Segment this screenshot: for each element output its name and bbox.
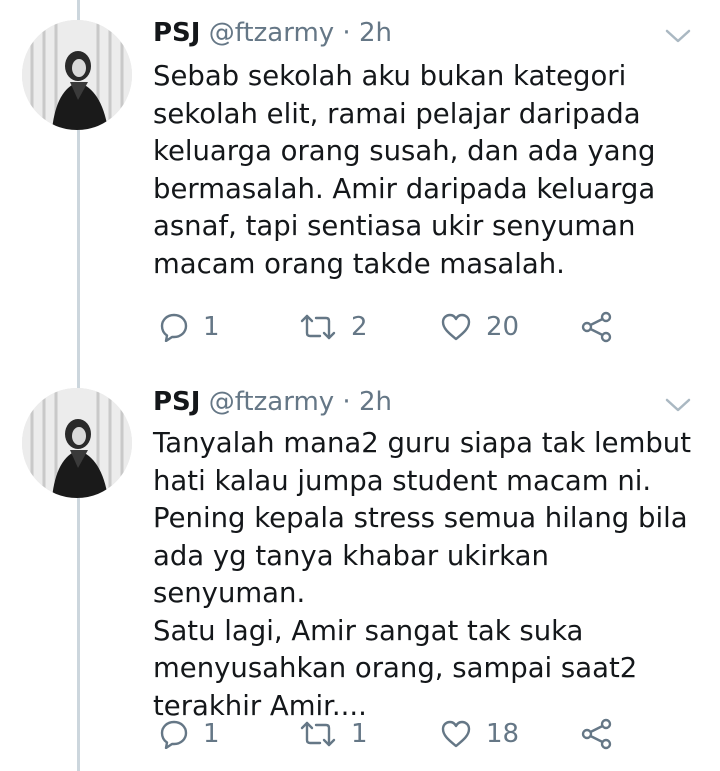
reply-button[interactable]: 1: [159, 714, 220, 754]
separator-dot: ·: [342, 18, 351, 48]
tweet-actions: 1 1 18: [153, 714, 693, 754]
reply-count: 1: [203, 719, 220, 749]
tweet-header: PSJ @ftzarmy · 2h: [153, 387, 392, 417]
chevron-down-icon[interactable]: [663, 395, 693, 415]
separator-dot: ·: [342, 387, 351, 417]
avatar[interactable]: [22, 388, 132, 498]
retweet-button[interactable]: 1: [299, 714, 368, 754]
tweet-text: Sebab sekolah aku bukan kategori sekolah…: [153, 60, 656, 280]
like-button[interactable]: 18: [440, 714, 519, 754]
retweet-icon: [299, 719, 337, 749]
tweet-header: PSJ @ftzarmy · 2h: [153, 18, 392, 48]
share-icon: [581, 718, 613, 750]
retweet-count: 1: [351, 719, 368, 749]
display-name[interactable]: PSJ: [153, 387, 200, 417]
heart-icon: [440, 719, 472, 749]
reply-count: 1: [203, 312, 220, 342]
retweet-icon: [299, 312, 337, 342]
user-handle[interactable]: @ftzarmy: [209, 387, 334, 417]
retweet-button[interactable]: 2: [299, 307, 368, 347]
retweet-count: 2: [351, 312, 368, 342]
like-count: 20: [486, 312, 520, 342]
share-button[interactable]: [581, 307, 613, 347]
share-button[interactable]: [581, 714, 613, 754]
timestamp[interactable]: 2h: [359, 18, 392, 48]
user-handle[interactable]: @ftzarmy: [209, 18, 334, 48]
like-count: 18: [486, 719, 520, 749]
like-button[interactable]: 20: [440, 307, 519, 347]
reply-button[interactable]: 1: [159, 307, 220, 347]
avatar[interactable]: [22, 20, 132, 130]
display-name[interactable]: PSJ: [153, 18, 200, 48]
timestamp[interactable]: 2h: [359, 387, 392, 417]
chevron-down-icon[interactable]: [663, 26, 693, 46]
share-icon: [581, 311, 613, 343]
reply-icon: [159, 719, 189, 749]
tweet-text: Tanyalah mana2 guru siapa tak lembut hat…: [153, 427, 692, 722]
tweet-actions: 1 2 20: [153, 307, 693, 347]
reply-icon: [159, 312, 189, 342]
heart-icon: [440, 312, 472, 342]
